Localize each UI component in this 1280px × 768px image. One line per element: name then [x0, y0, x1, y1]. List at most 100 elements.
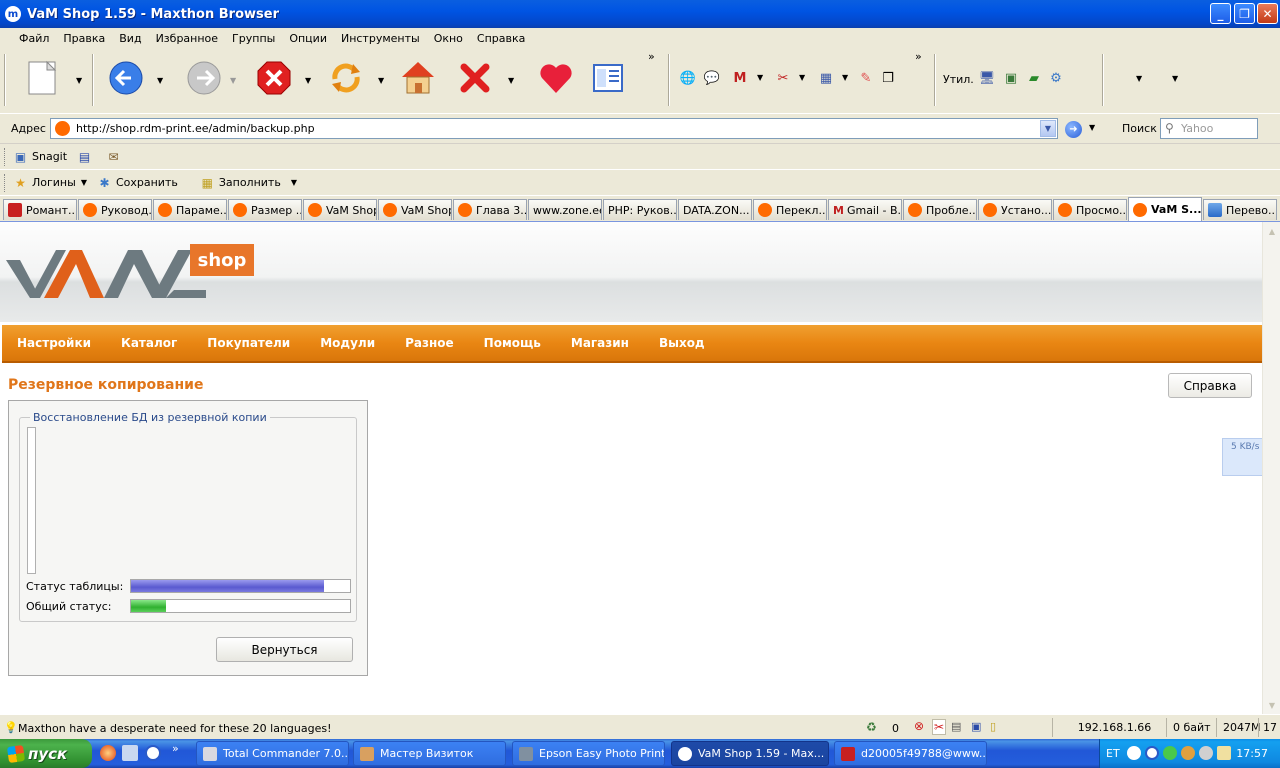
plugins-overflow-icon[interactable]: »	[915, 50, 922, 63]
plugin-grid-icon[interactable]: ▦	[818, 70, 834, 86]
scroll-up-icon[interactable]: ▲	[1265, 224, 1279, 238]
firefox-quicklaunch-icon[interactable]	[100, 745, 116, 761]
tab-2[interactable]: Руковод...	[78, 199, 152, 220]
extra-dropdown-1-icon[interactable]: ▼	[1136, 74, 1142, 83]
quicklaunch-overflow-icon[interactable]: »	[172, 742, 179, 755]
maxthon-quicklaunch-icon[interactable]	[145, 745, 161, 761]
snagit-capture-button[interactable]: ▤	[77, 149, 96, 164]
cut-dropdown-icon[interactable]: ▼	[799, 73, 805, 82]
nav-catalog[interactable]: Каталог	[121, 336, 177, 350]
tray-speaker-icon[interactable]	[1199, 746, 1213, 760]
tray-firefox-icon[interactable]	[1181, 746, 1195, 760]
plugin-pen-icon[interactable]: ✎	[858, 70, 874, 86]
tab-4[interactable]: Размер ...	[228, 199, 302, 220]
address-input[interactable]: http://shop.rdm-print.ee/admin/backup.ph…	[50, 118, 1058, 139]
back-button[interactable]: Вернуться	[216, 637, 353, 662]
task-business-cards[interactable]: Мастер Визиток	[353, 741, 506, 766]
tray-mail-icon[interactable]	[1217, 746, 1231, 760]
speed-widget[interactable]: 5 KB/s ⬇ ▼	[1222, 438, 1262, 476]
grid-dropdown-icon[interactable]: ▼	[842, 73, 848, 82]
tray-arrow-icon[interactable]	[1127, 746, 1141, 760]
favorites-button[interactable]	[536, 56, 576, 100]
util-window-icon[interactable]: ▣	[1003, 70, 1019, 86]
notes-icon[interactable]: ▯	[990, 720, 996, 733]
tab-13[interactable]: Пробле...	[903, 199, 977, 220]
address-url[interactable]: http://shop.rdm-print.ee/admin/backup.ph…	[76, 122, 315, 135]
forward-button[interactable]	[184, 56, 224, 100]
tab-8[interactable]: www.zone.ee	[528, 199, 602, 220]
forward-dropdown-icon[interactable]: ▼	[230, 76, 236, 85]
util-monitor-icon[interactable]: 🖥	[979, 70, 996, 86]
tab-7[interactable]: Глава 3...	[453, 199, 527, 220]
toolbar-overflow-icon[interactable]: »	[648, 50, 655, 63]
tab-15[interactable]: Просмо...	[1053, 199, 1127, 220]
minimize-button[interactable]: _	[1210, 3, 1231, 24]
nav-logout[interactable]: Выход	[659, 336, 705, 350]
refresh-dropdown-icon[interactable]: ▼	[378, 76, 384, 85]
home-button[interactable]	[398, 56, 438, 100]
nav-settings[interactable]: Настройки	[17, 336, 91, 350]
back-dropdown-icon[interactable]: ▼	[157, 76, 163, 85]
fill-button[interactable]: ▦ Заполнить ▼	[200, 175, 297, 190]
menu-file[interactable]: Файл	[19, 32, 49, 45]
tray-check-icon[interactable]	[1163, 746, 1177, 760]
scroll-down-icon[interactable]: ▼	[1265, 698, 1279, 712]
new-page-dropdown-icon[interactable]: ▼	[76, 76, 82, 85]
logins-button[interactable]: ★ Логины ▼	[13, 175, 87, 190]
status-message[interactable]: Maxthon have a desperate need for these …	[18, 722, 332, 735]
tab-6[interactable]: VaM Shop	[378, 199, 452, 220]
close-button[interactable]: ✕	[1257, 3, 1278, 24]
fill-dropdown-icon[interactable]: ▼	[291, 178, 297, 187]
util-gear-icon[interactable]: ⚙	[1048, 70, 1064, 86]
snagit-button[interactable]: ▣ Snagit	[13, 149, 67, 164]
plugin-copy-icon[interactable]: ❐	[880, 70, 896, 86]
address-dropdown-icon[interactable]: ▼	[1040, 120, 1056, 137]
panel-icon[interactable]: ▤	[951, 720, 961, 733]
task-epson-print[interactable]: Epson Easy Photo Print	[512, 741, 665, 766]
nav-misc[interactable]: Разное	[405, 336, 454, 350]
help-button[interactable]: Справка	[1168, 373, 1252, 398]
close-dropdown-icon[interactable]: ▼	[508, 76, 514, 85]
new-page-button[interactable]	[22, 56, 62, 100]
refresh-button[interactable]	[326, 56, 366, 100]
task-vam-shop-browser[interactable]: VaM Shop 1.59 - Max...	[671, 741, 829, 766]
task-filezilla[interactable]: d20005f49788@www....	[834, 741, 987, 766]
stop-button[interactable]	[254, 56, 294, 100]
menu-edit[interactable]: Правка	[63, 32, 105, 45]
window-icon[interactable]: ▣	[971, 720, 981, 733]
nav-store[interactable]: Магазин	[571, 336, 629, 350]
desktop-quicklaunch-icon[interactable]	[122, 745, 138, 761]
close-tab-button[interactable]	[455, 56, 495, 100]
menu-view[interactable]: Вид	[119, 32, 141, 45]
stop-dropdown-icon[interactable]: ▼	[305, 76, 311, 85]
maximize-button[interactable]: ❐	[1234, 3, 1255, 24]
menu-favorites[interactable]: Избранное	[156, 32, 218, 45]
tab-3[interactable]: Параме...	[153, 199, 227, 220]
tab-12[interactable]: M Gmail - В...	[828, 199, 902, 220]
sidebar-button[interactable]	[588, 56, 628, 100]
menu-tools[interactable]: Инструменты	[341, 32, 420, 45]
save-button[interactable]: ✱ Сохранить	[97, 175, 177, 190]
popup-block-icon[interactable]: ⊗	[914, 719, 924, 733]
snagit-edit-button[interactable]: ✉	[106, 149, 125, 164]
restore-log-area[interactable]	[27, 427, 36, 574]
start-button[interactable]: пуск	[0, 739, 92, 768]
tab-11[interactable]: Перекл...	[753, 199, 827, 220]
tab-5[interactable]: VaM Shop	[303, 199, 377, 220]
nav-help[interactable]: Помощь	[484, 336, 541, 350]
tab-10[interactable]: DATA.ZON...	[678, 199, 752, 220]
extra-dropdown-2-icon[interactable]: ▼	[1172, 74, 1178, 83]
vertical-scrollbar[interactable]: ▲ ▼	[1262, 222, 1280, 714]
nav-modules[interactable]: Модули	[320, 336, 375, 350]
back-button[interactable]	[106, 56, 146, 100]
menu-groups[interactable]: Группы	[232, 32, 275, 45]
tab-1[interactable]: Романт...	[3, 199, 77, 220]
plugin-network-icon[interactable]: 🌐	[680, 70, 696, 86]
vam-shop-logo[interactable]: shop	[6, 240, 254, 302]
nav-customers[interactable]: Покупатели	[207, 336, 290, 350]
tab-16-active[interactable]: VaM S...	[1128, 197, 1202, 221]
menu-window[interactable]: Окно	[434, 32, 463, 45]
plugin-gmail-icon[interactable]: M	[732, 70, 748, 86]
tab-14[interactable]: Устано...	[978, 199, 1052, 220]
menu-help[interactable]: Справка	[477, 32, 525, 45]
